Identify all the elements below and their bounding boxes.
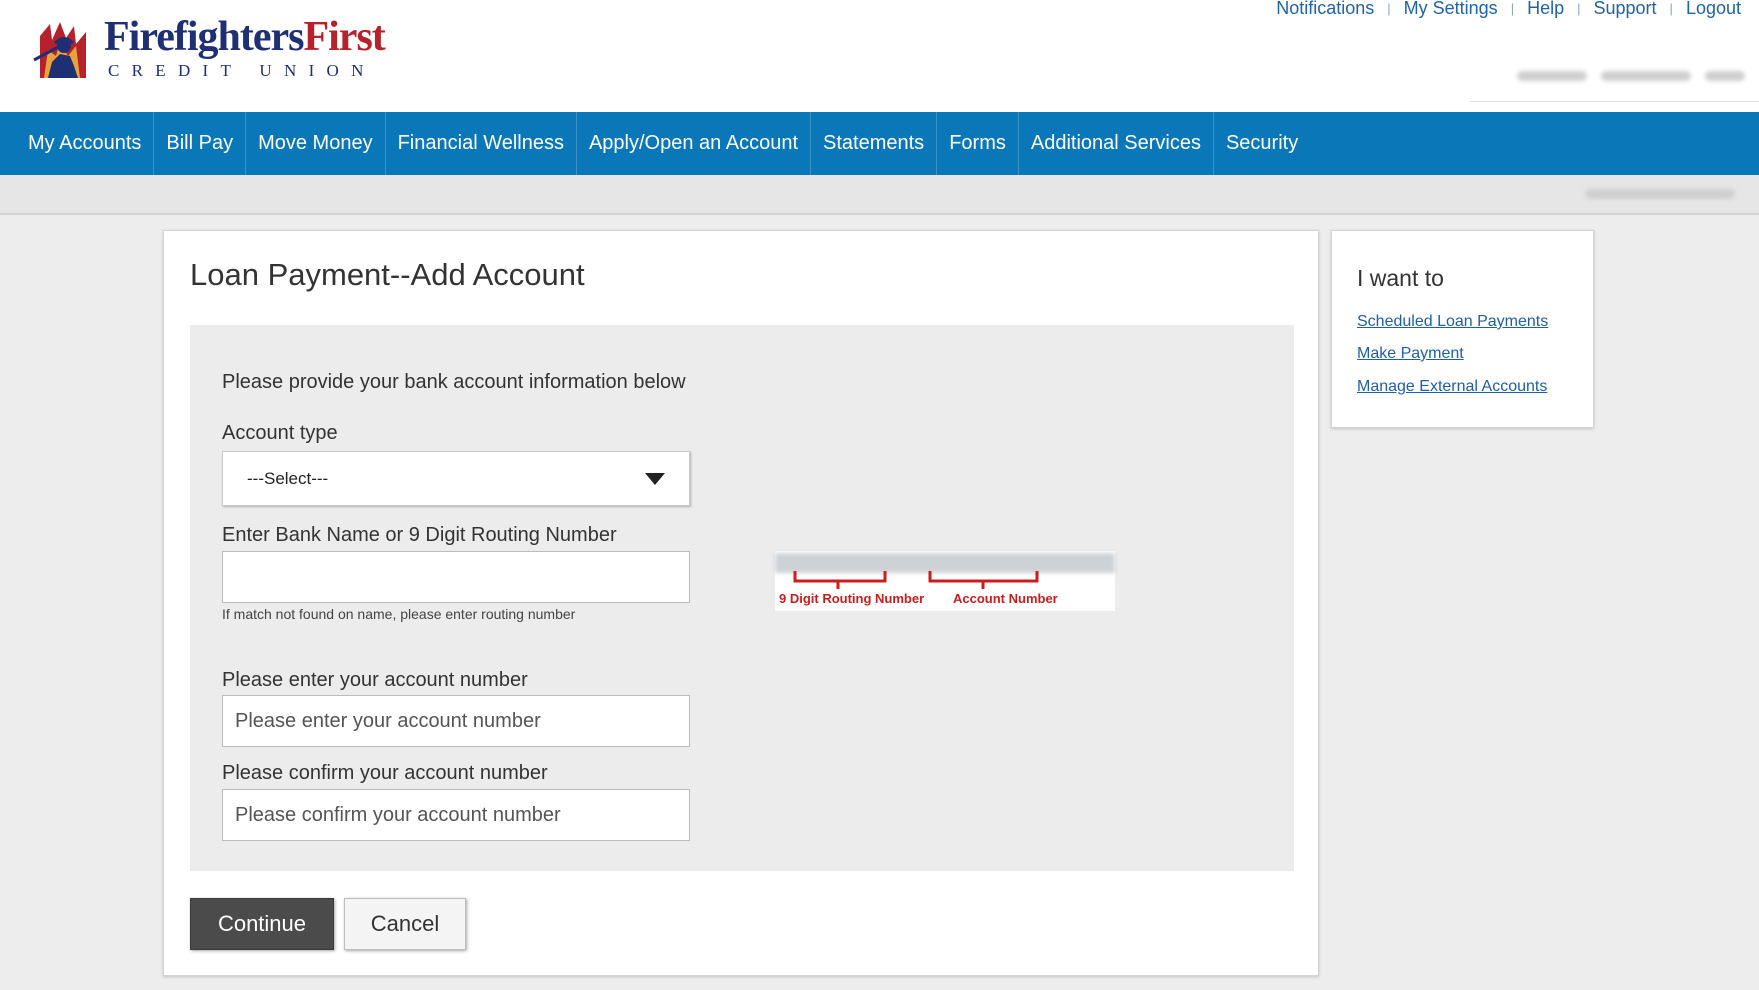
cancel-button[interactable]: Cancel	[344, 898, 466, 950]
i-want-to-title: I want to	[1357, 265, 1444, 291]
scheduled-loan-payments-link[interactable]: Scheduled Loan Payments	[1357, 313, 1548, 331]
brand-name-part1: Firefighters	[104, 14, 304, 60]
separator: |	[1669, 1, 1673, 16]
logout-link[interactable]: Logout	[1686, 0, 1741, 19]
separator: |	[1510, 1, 1515, 16]
support-link[interactable]: Support	[1594, 0, 1657, 19]
confirm-account-number-label: Please confirm your account number	[222, 762, 548, 784]
bank-account-form: Please provide your bank account informa…	[190, 325, 1294, 871]
main-nav: My Accounts Bill Pay Move Money Financia…	[0, 112, 1759, 175]
notifications-link[interactable]: Notifications	[1276, 0, 1374, 19]
help-link[interactable]: Help	[1527, 0, 1564, 19]
nav-my-accounts[interactable]: My Accounts	[16, 112, 155, 175]
firefighters-first-logo[interactable]: FirefightersFirst CREDIT UNION	[30, 14, 386, 84]
bank-routing-hint: If match not found on name, please enter…	[222, 606, 576, 622]
dropdown-arrow-icon	[645, 473, 665, 485]
nav-statements[interactable]: Statements	[811, 112, 938, 175]
confirm-account-number-input[interactable]	[222, 789, 690, 841]
brand-name: FirefightersFirst	[104, 14, 386, 60]
separator: |	[1577, 1, 1581, 16]
header: FirefightersFirst CREDIT UNION Notificat…	[0, 0, 1759, 112]
main-content-card: Loan Payment--Add Account Please provide…	[163, 230, 1319, 976]
header-divider	[1469, 101, 1759, 102]
form-intro-text: Please provide your bank account informa…	[222, 371, 686, 393]
page-title: Loan Payment--Add Account	[190, 257, 585, 292]
blurred-user-info	[1495, 62, 1745, 90]
manage-external-accounts-link[interactable]: Manage External Accounts	[1357, 378, 1547, 396]
blurred-last-login	[1585, 189, 1735, 199]
nav-move-money[interactable]: Move Money	[246, 112, 386, 175]
blurred-text	[1705, 71, 1745, 81]
bank-routing-input[interactable]	[222, 551, 690, 603]
blurred-text	[1601, 71, 1691, 81]
nav-apply-open-account[interactable]: Apply/Open an Account	[577, 112, 812, 175]
separator: |	[1387, 1, 1391, 16]
nav-bill-pay[interactable]: Bill Pay	[154, 112, 247, 175]
nav-financial-wellness[interactable]: Financial Wellness	[386, 112, 577, 175]
account-type-selected-value: ---Select---	[247, 468, 329, 488]
make-payment-link[interactable]: Make Payment	[1357, 345, 1464, 363]
check-routing-diagram: 9 Digit Routing Number Account Number	[775, 551, 1115, 611]
utility-links: Notifications | My Settings | Help | Sup…	[1276, 0, 1741, 19]
my-settings-link[interactable]: My Settings	[1404, 0, 1498, 19]
brand-name-part2: First	[303, 14, 385, 60]
account-type-label: Account type	[222, 422, 338, 444]
account-number-label: Please enter your account number	[222, 669, 528, 691]
account-type-select[interactable]: ---Select---	[222, 451, 690, 506]
sub-bar	[0, 175, 1759, 215]
account-number-input[interactable]	[222, 695, 690, 747]
nav-security[interactable]: Security	[1214, 112, 1310, 175]
i-want-to-panel: I want to Scheduled Loan Payments Make P…	[1331, 230, 1594, 428]
continue-button[interactable]: Continue	[190, 898, 334, 950]
account-number-caption: Account Number	[953, 591, 1058, 606]
nav-forms[interactable]: Forms	[937, 112, 1019, 175]
blurred-text	[1517, 71, 1587, 81]
routing-number-caption: 9 Digit Routing Number	[779, 591, 925, 606]
brand-subtitle: CREDIT UNION	[108, 61, 376, 80]
nav-additional-services[interactable]: Additional Services	[1019, 112, 1214, 175]
bank-routing-label: Enter Bank Name or 9 Digit Routing Numbe…	[222, 524, 617, 546]
firefighter-emblem-icon	[33, 20, 92, 78]
